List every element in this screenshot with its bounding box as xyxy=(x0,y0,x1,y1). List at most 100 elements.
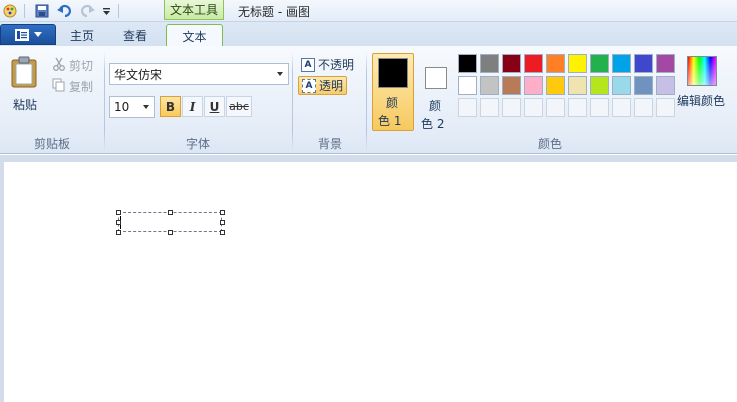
text-input-box[interactable] xyxy=(118,212,222,232)
palette-color-swatch[interactable] xyxy=(546,54,565,73)
colors-group-label: 颜色 xyxy=(537,137,562,151)
background-group-label: 背景 xyxy=(317,137,342,151)
copy-label: 复制 xyxy=(69,80,94,94)
clipboard-group-label: 剪贴板 xyxy=(33,137,70,151)
resize-handle[interactable] xyxy=(220,220,225,225)
palette-color-swatch[interactable] xyxy=(458,76,477,95)
cut-label: 剪切 xyxy=(69,59,94,73)
palette-custom-swatch[interactable] xyxy=(590,98,609,117)
toolbar-separator xyxy=(24,4,25,18)
palette-color-swatch[interactable] xyxy=(458,54,477,73)
color1-button[interactable]: 颜 色 1 xyxy=(372,53,414,131)
palette-custom-swatch[interactable] xyxy=(480,98,499,117)
undo-icon[interactable] xyxy=(56,3,74,19)
group-separator xyxy=(366,52,367,152)
palette-color-swatch[interactable] xyxy=(634,76,653,95)
edit-colors-button[interactable]: 编辑颜色 xyxy=(675,54,731,124)
palette-custom-swatch[interactable] xyxy=(524,98,543,117)
palette-color-swatch[interactable] xyxy=(502,76,521,95)
edit-colors-label: 编辑颜色 xyxy=(677,94,726,108)
color1-swatch xyxy=(378,58,408,88)
chevron-down-icon xyxy=(33,32,42,37)
bold-button[interactable]: B xyxy=(160,96,181,117)
tab-home[interactable]: 主页 xyxy=(62,24,102,46)
palette-color-swatch[interactable] xyxy=(612,76,631,95)
resize-handle[interactable] xyxy=(168,230,173,235)
resize-handle[interactable] xyxy=(116,220,121,225)
window-title: 无标题 - 画图 xyxy=(238,5,310,19)
paint-app-icon[interactable] xyxy=(2,3,18,19)
resize-handle[interactable] xyxy=(168,210,173,215)
palette-color-swatch[interactable] xyxy=(502,54,521,73)
palette-custom-swatch[interactable] xyxy=(502,98,521,117)
color2-label-line1: 颜 xyxy=(429,99,442,113)
font-size-select[interactable]: 10 xyxy=(109,96,155,118)
palette-color-swatch[interactable] xyxy=(480,76,499,95)
customize-toolbar-icon[interactable] xyxy=(100,3,112,19)
paste-label: 粘贴 xyxy=(13,98,38,112)
palette-custom-swatch[interactable] xyxy=(634,98,653,117)
palette-custom-swatch[interactable] xyxy=(546,98,565,117)
save-icon[interactable] xyxy=(34,3,50,19)
copy-button[interactable]: 复制 xyxy=(52,77,98,95)
tab-view[interactable]: 查看 xyxy=(114,24,156,46)
opaque-background-icon: A xyxy=(301,57,315,72)
title-bar: 文本工具 无标题 - 画图 xyxy=(0,0,737,22)
cut-button[interactable]: 剪切 xyxy=(52,56,98,74)
font-family-value: 华文仿宋 xyxy=(114,67,163,82)
app-menu-icon xyxy=(14,28,29,41)
chevron-down-icon xyxy=(277,72,283,76)
resize-handle[interactable] xyxy=(220,210,225,215)
palette-color-swatch[interactable] xyxy=(546,76,565,95)
scissors-icon xyxy=(53,57,65,71)
color2-label-line2: 色 2 xyxy=(421,117,445,131)
palette-custom-swatch[interactable] xyxy=(656,98,675,117)
italic-button[interactable]: I xyxy=(182,96,203,117)
palette-custom-swatch[interactable] xyxy=(612,98,631,117)
palette-color-swatch[interactable] xyxy=(590,54,609,73)
app-menu-button[interactable] xyxy=(0,24,56,45)
drawing-canvas[interactable] xyxy=(4,162,737,402)
palette-color-swatch[interactable] xyxy=(524,76,543,95)
opaque-label: 不透明 xyxy=(318,58,355,72)
palette-custom-swatch[interactable] xyxy=(568,98,587,117)
paste-button[interactable]: 粘贴 xyxy=(8,54,40,114)
palette-color-swatch[interactable] xyxy=(524,54,543,73)
palette-color-swatch[interactable] xyxy=(634,54,653,73)
palette-color-swatch[interactable] xyxy=(480,54,499,73)
resize-handle[interactable] xyxy=(220,230,225,235)
font-family-select[interactable]: 华文仿宋 xyxy=(109,63,289,85)
resize-handle[interactable] xyxy=(116,230,121,235)
chevron-down-icon xyxy=(143,105,149,109)
clipboard-icon xyxy=(11,56,37,88)
redo-icon[interactable] xyxy=(78,3,96,19)
canvas-workspace xyxy=(0,155,737,402)
color1-label-line1: 颜 xyxy=(386,96,399,110)
opaque-button[interactable]: A 不透明 xyxy=(298,55,357,74)
copy-icon xyxy=(52,78,65,92)
font-group-label: 字体 xyxy=(185,137,210,151)
palette-color-swatch[interactable] xyxy=(590,76,609,95)
palette-color-swatch[interactable] xyxy=(656,54,675,73)
ribbon: 粘贴 剪切 复制 剪贴板 华文仿宋 10 B I U abc 字体 A 不透明 … xyxy=(0,46,737,154)
palette-color-swatch[interactable] xyxy=(656,76,675,95)
strikethrough-button[interactable]: abc xyxy=(226,96,252,117)
palette-color-swatch[interactable] xyxy=(568,54,587,73)
ribbon-tab-row: 主页 查看 文本 xyxy=(0,22,737,47)
spectrum-shade xyxy=(688,57,716,85)
toolbar-separator xyxy=(118,4,119,18)
transparent-label: 透明 xyxy=(319,79,344,93)
palette-color-swatch[interactable] xyxy=(568,76,587,95)
palette-custom-swatch[interactable] xyxy=(458,98,477,117)
color1-label-line2: 色 1 xyxy=(378,114,402,128)
color2-swatch xyxy=(425,67,447,89)
contextual-tab-text-tools: 文本工具 xyxy=(164,0,224,20)
underline-button[interactable]: U xyxy=(204,96,225,117)
color2-button[interactable]: 颜 色 2 xyxy=(416,53,458,131)
group-separator xyxy=(292,52,293,152)
palette-color-swatch[interactable] xyxy=(612,54,631,73)
group-separator xyxy=(104,52,105,152)
tab-text[interactable]: 文本 xyxy=(166,24,223,47)
transparent-button[interactable]: A 透明 xyxy=(298,76,348,95)
resize-handle[interactable] xyxy=(116,210,121,215)
